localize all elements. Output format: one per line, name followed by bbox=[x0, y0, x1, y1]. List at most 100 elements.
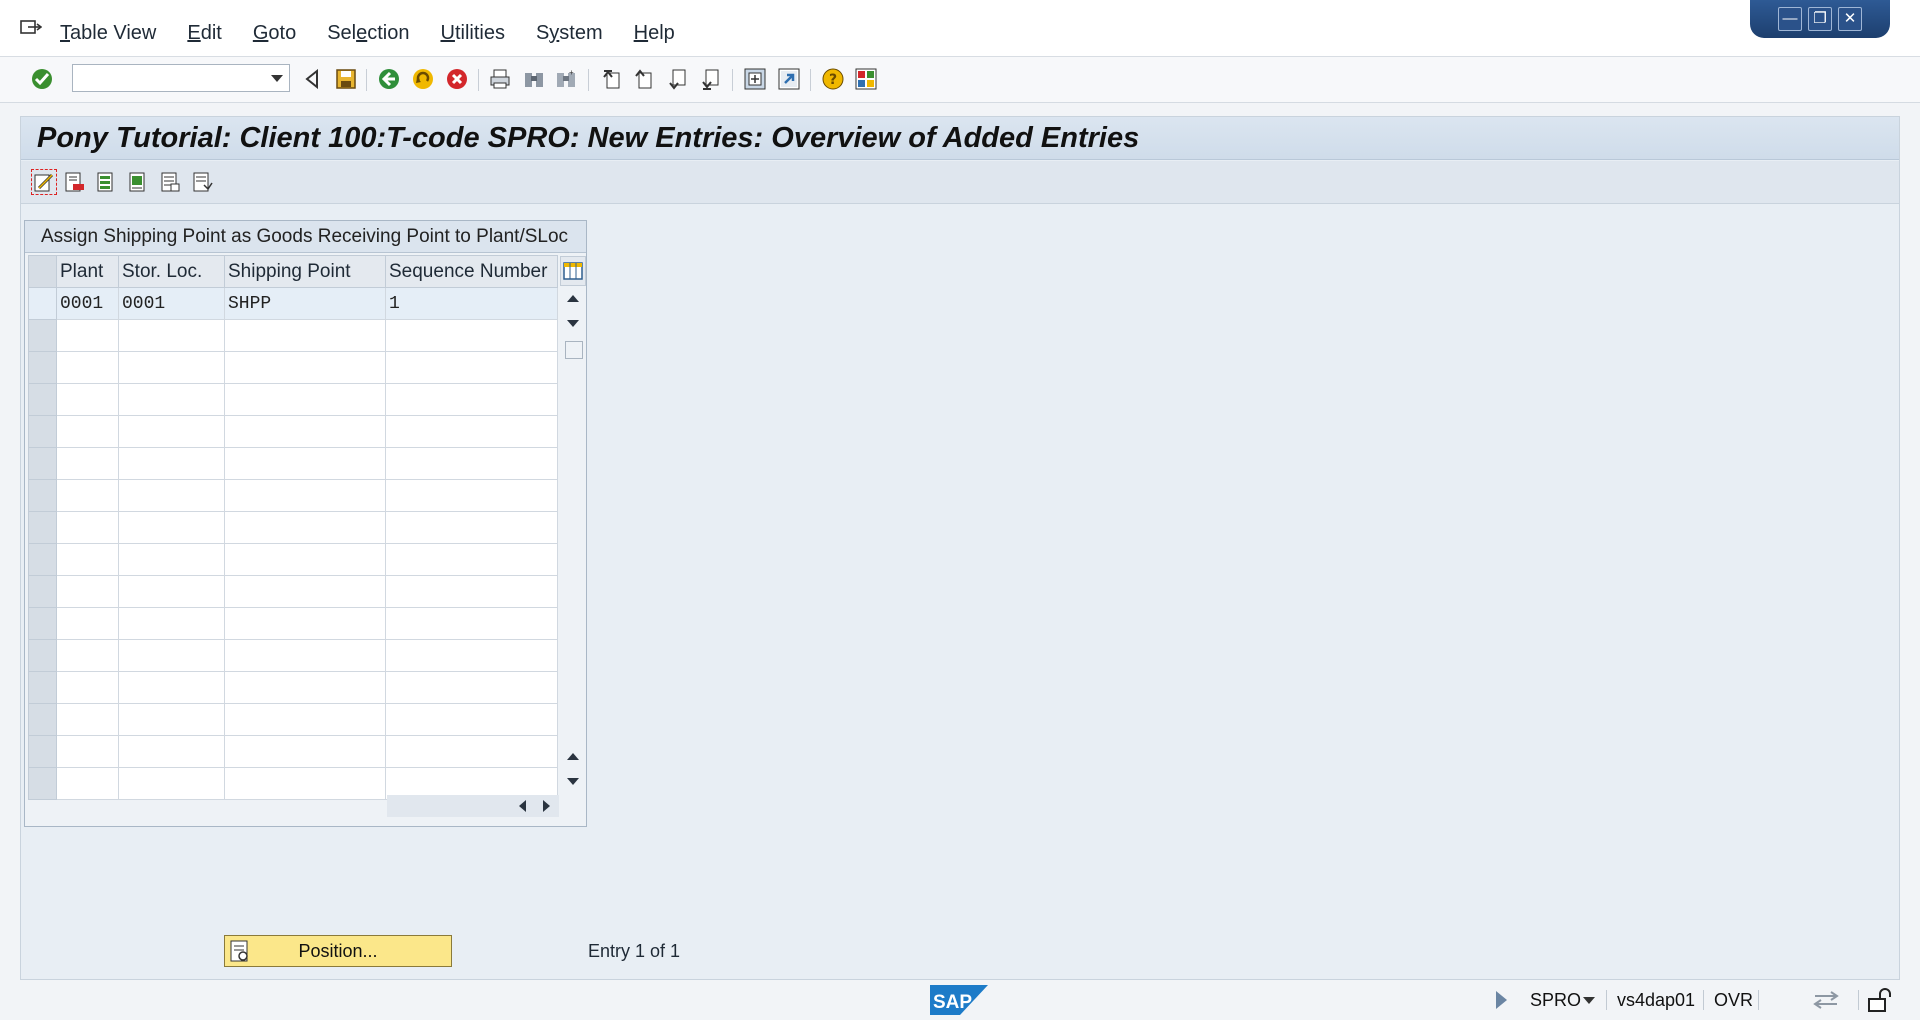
table-cell[interactable] bbox=[118, 319, 225, 352]
table-cell[interactable] bbox=[224, 607, 386, 640]
table-cell[interactable] bbox=[118, 639, 225, 672]
close-button[interactable]: ✕ bbox=[1838, 7, 1862, 31]
command-input[interactable] bbox=[77, 66, 261, 92]
column-header-sequence-number[interactable]: Sequence Number bbox=[385, 255, 558, 288]
print-list-icon[interactable] bbox=[189, 169, 215, 195]
table-cell[interactable] bbox=[224, 703, 386, 736]
row-selector[interactable] bbox=[28, 543, 57, 576]
table-cell[interactable] bbox=[56, 511, 119, 544]
table-cell[interactable] bbox=[118, 479, 225, 512]
row-selector[interactable] bbox=[28, 767, 57, 800]
create-session-icon[interactable] bbox=[741, 65, 769, 93]
scroll-right-icon[interactable] bbox=[543, 800, 550, 812]
table-cell[interactable] bbox=[56, 479, 119, 512]
table-cell[interactable] bbox=[224, 479, 386, 512]
table-cell[interactable] bbox=[385, 415, 558, 448]
exit-icon[interactable] bbox=[409, 65, 437, 93]
vertical-scrollbar[interactable] bbox=[561, 287, 585, 791]
table-cell[interactable] bbox=[118, 575, 225, 608]
scroll-page-up-icon[interactable] bbox=[567, 753, 579, 760]
table-cell[interactable] bbox=[224, 447, 386, 480]
table-cell[interactable] bbox=[224, 319, 386, 352]
row-selector[interactable] bbox=[28, 287, 57, 320]
next-page-icon[interactable] bbox=[664, 65, 692, 93]
table-cell[interactable] bbox=[56, 671, 119, 704]
table-cell[interactable]: 0001 bbox=[56, 287, 119, 320]
table-cell[interactable] bbox=[56, 607, 119, 640]
table-cell[interactable] bbox=[118, 703, 225, 736]
nav-back-icon[interactable] bbox=[375, 65, 403, 93]
table-cell[interactable] bbox=[385, 735, 558, 768]
column-header-shipping-point[interactable]: Shipping Point bbox=[224, 255, 386, 288]
table-cell[interactable] bbox=[118, 383, 225, 416]
chevron-down-icon[interactable] bbox=[1583, 997, 1595, 1004]
row-selector[interactable] bbox=[28, 383, 57, 416]
table-cell[interactable] bbox=[56, 639, 119, 672]
scroll-thumb[interactable] bbox=[565, 341, 583, 359]
table-cell[interactable] bbox=[224, 575, 386, 608]
first-page-icon[interactable] bbox=[598, 65, 626, 93]
row-selector[interactable] bbox=[28, 639, 57, 672]
table-cell[interactable] bbox=[385, 543, 558, 576]
find-icon[interactable] bbox=[520, 65, 548, 93]
menu-goto[interactable]: Goto bbox=[253, 20, 311, 47]
table-cell[interactable] bbox=[56, 767, 119, 800]
select-block-icon[interactable] bbox=[125, 169, 151, 195]
table-cell[interactable] bbox=[224, 671, 386, 704]
table-cell[interactable] bbox=[118, 543, 225, 576]
row-selector[interactable] bbox=[28, 607, 57, 640]
restore-button[interactable]: ❐ bbox=[1808, 7, 1832, 31]
scroll-up-icon[interactable] bbox=[567, 295, 579, 302]
table-cell[interactable] bbox=[118, 767, 225, 800]
row-selector[interactable] bbox=[28, 735, 57, 768]
last-page-icon[interactable] bbox=[697, 65, 725, 93]
table-cell[interactable] bbox=[385, 575, 558, 608]
horizontal-scrollbar[interactable] bbox=[387, 795, 559, 817]
print-icon[interactable] bbox=[486, 65, 514, 93]
table-cell[interactable] bbox=[385, 703, 558, 736]
table-cell[interactable] bbox=[385, 447, 558, 480]
table-cell[interactable] bbox=[224, 351, 386, 384]
table-cell[interactable] bbox=[224, 415, 386, 448]
table-cell[interactable] bbox=[56, 351, 119, 384]
table-cell[interactable] bbox=[224, 735, 386, 768]
table-cell[interactable] bbox=[56, 703, 119, 736]
menu-selection[interactable]: Selection bbox=[327, 20, 424, 47]
table-cell[interactable] bbox=[56, 415, 119, 448]
select-all-icon[interactable] bbox=[93, 169, 119, 195]
table-cell[interactable] bbox=[385, 607, 558, 640]
menu-table-view[interactable]: Table View bbox=[60, 20, 171, 47]
shortcut-icon[interactable] bbox=[775, 65, 803, 93]
row-selector[interactable] bbox=[28, 319, 57, 352]
edit-pencil-icon[interactable] bbox=[31, 169, 57, 195]
table-cell[interactable] bbox=[385, 671, 558, 704]
minimize-button[interactable]: — bbox=[1778, 7, 1802, 31]
table-cell[interactable] bbox=[118, 671, 225, 704]
scroll-down-icon[interactable] bbox=[567, 320, 579, 327]
row-selector[interactable] bbox=[28, 415, 57, 448]
status-expand-icon[interactable] bbox=[1496, 991, 1507, 1009]
find-next-icon[interactable]: + bbox=[552, 65, 580, 93]
table-cell[interactable] bbox=[56, 575, 119, 608]
row-selector[interactable] bbox=[28, 447, 57, 480]
table-cell[interactable]: 1 bbox=[385, 287, 558, 320]
menu-icon[interactable] bbox=[20, 20, 42, 38]
layout-icon[interactable] bbox=[852, 65, 880, 93]
row-selector[interactable] bbox=[28, 511, 57, 544]
table-cell[interactable] bbox=[56, 319, 119, 352]
table-cell[interactable] bbox=[118, 447, 225, 480]
table-cell[interactable] bbox=[224, 767, 386, 800]
column-settings-icon[interactable] bbox=[560, 256, 586, 286]
scroll-left-icon[interactable] bbox=[519, 800, 526, 812]
table-cell[interactable] bbox=[385, 511, 558, 544]
select-all-cell[interactable] bbox=[28, 255, 57, 288]
input-mode[interactable]: OVR bbox=[1714, 990, 1753, 1011]
column-header-plant[interactable]: Plant bbox=[56, 255, 119, 288]
menu-system[interactable]: System bbox=[536, 20, 618, 47]
back-icon[interactable] bbox=[298, 65, 326, 93]
row-selector[interactable] bbox=[28, 575, 57, 608]
position-button[interactable]: Position... bbox=[224, 935, 452, 967]
table-cell[interactable] bbox=[118, 607, 225, 640]
lock-icon[interactable] bbox=[1866, 987, 1892, 1013]
table-cell[interactable] bbox=[385, 479, 558, 512]
